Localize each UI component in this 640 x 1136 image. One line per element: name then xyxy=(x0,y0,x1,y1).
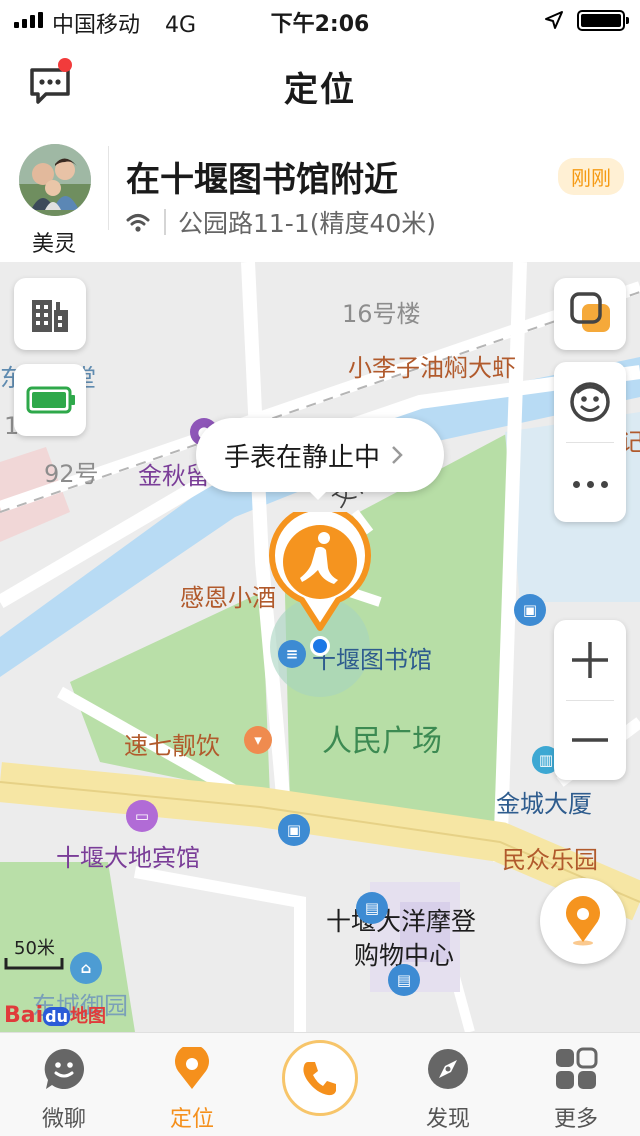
map-label-building-16: 16号楼 xyxy=(342,300,421,328)
tab-more[interactable]: 更多 xyxy=(512,1033,640,1136)
tab-location[interactable]: 定位 xyxy=(128,1033,256,1136)
tab-label: 微聊 xyxy=(41,1107,86,1132)
bus-stop-icon[interactable]: ▣ xyxy=(514,594,546,626)
zoom-in-icon xyxy=(572,642,608,678)
address-text: 公园路11-1(精度40米) xyxy=(178,209,437,238)
right-tool-panel xyxy=(554,362,626,522)
map-logo: Bai du 地图 xyxy=(4,1002,106,1028)
divider xyxy=(108,146,109,230)
map-logo-du: du xyxy=(43,1007,70,1026)
map-logo-bai: Bai xyxy=(4,1003,44,1028)
zoom-out-button[interactable] xyxy=(554,700,626,780)
hotel-poi-icon[interactable]: ▭ xyxy=(126,800,158,832)
mall-poi-icon[interactable]: ▤ xyxy=(388,964,420,996)
location-pin-icon xyxy=(175,1047,209,1089)
map-label-suqi: 速七靓饮 xyxy=(124,732,220,760)
residence-poi-icon[interactable]: ⌂ xyxy=(70,952,102,984)
map-view[interactable]: 16号楼 小李子油焖大虾 92号 金秋留 东 堂 1 记 文化 感恩小酒 十堰图… xyxy=(0,262,640,1032)
map-layers-icon xyxy=(570,292,610,332)
locate-me-button[interactable] xyxy=(540,878,626,964)
map-label-lizi: 小李子油焖大虾 xyxy=(348,354,516,382)
map-label-jincheng: 金城大厦 xyxy=(496,790,592,818)
building-toggle-button[interactable] xyxy=(14,278,86,350)
location-header: 美灵 在十堰图书馆附近 公园路11-1(精度40米) 刚刚 xyxy=(0,128,640,262)
watch-location-pin-icon[interactable] xyxy=(268,512,372,632)
more-icon[interactable] xyxy=(554,464,626,504)
tab-chat[interactable]: 微聊 xyxy=(0,1033,128,1136)
tab-label: 更多 xyxy=(553,1107,598,1132)
nav-bar: 定位 xyxy=(0,40,640,128)
map-label-mall-1: 十堰大洋摩登 xyxy=(326,907,477,936)
chat-face-icon xyxy=(44,1049,84,1089)
tab-label: 定位 xyxy=(169,1107,214,1132)
place-name: 在十堰图书馆附近 xyxy=(126,160,398,200)
battery-status-icon xyxy=(26,386,75,414)
bubble-tail xyxy=(306,488,330,500)
bus-stop-icon[interactable]: ▣ xyxy=(278,814,310,846)
drink-poi-icon[interactable]: ▾ xyxy=(244,726,272,754)
map-label-92: 92号 xyxy=(44,460,99,488)
library-poi-icon[interactable]: ≡ xyxy=(278,640,306,668)
phone-call-icon xyxy=(303,1062,336,1096)
locate-me-icon xyxy=(566,896,600,946)
page-title: 定位 xyxy=(284,70,356,110)
current-position-dot xyxy=(310,636,330,656)
map-label-plaza: 人民广场 xyxy=(322,724,442,759)
battery-icon xyxy=(577,10,629,31)
tab-label: 发现 xyxy=(425,1107,470,1132)
location-arrow-icon xyxy=(545,11,563,29)
mall-poi-icon[interactable]: ▤ xyxy=(356,892,388,924)
device-name: 美灵 xyxy=(31,232,76,257)
chevron-right-icon xyxy=(392,446,403,464)
panel-divider xyxy=(566,442,614,443)
status-bubble[interactable]: 手表在静止中 xyxy=(196,418,444,492)
compass-icon xyxy=(428,1049,468,1089)
map-label-minzhong: 民众乐园 xyxy=(502,846,598,874)
zoom-out-icon xyxy=(572,738,608,742)
face-icon[interactable] xyxy=(568,380,612,424)
map-label-ganen: 感恩小酒 xyxy=(180,584,276,612)
map-label-hotel: 十堰大地宾馆 xyxy=(56,844,200,872)
scale-bar xyxy=(4,958,64,970)
map-label-library: 十堰图书馆 xyxy=(312,646,432,674)
call-button[interactable] xyxy=(282,1040,358,1116)
map-layers-button[interactable] xyxy=(554,278,626,350)
status-bubble-text: 手表在静止中 xyxy=(224,442,381,473)
map-logo-map: 地图 xyxy=(70,1006,106,1027)
tab-discover[interactable]: 发现 xyxy=(384,1033,512,1136)
grid-more-icon xyxy=(556,1047,598,1089)
time-badge: 刚刚 xyxy=(558,158,624,195)
address-separator xyxy=(164,209,166,235)
avatar[interactable] xyxy=(19,144,91,216)
wifi-icon xyxy=(126,214,150,232)
address-row: 公园路11-1(精度40米) xyxy=(126,204,436,240)
building-icon xyxy=(32,300,68,332)
status-bar: 中国移动 4G 下午2:06 xyxy=(0,0,640,40)
zoom-in-button[interactable] xyxy=(554,620,626,700)
zoom-control xyxy=(554,620,626,780)
battery-status-button[interactable] xyxy=(14,364,86,436)
